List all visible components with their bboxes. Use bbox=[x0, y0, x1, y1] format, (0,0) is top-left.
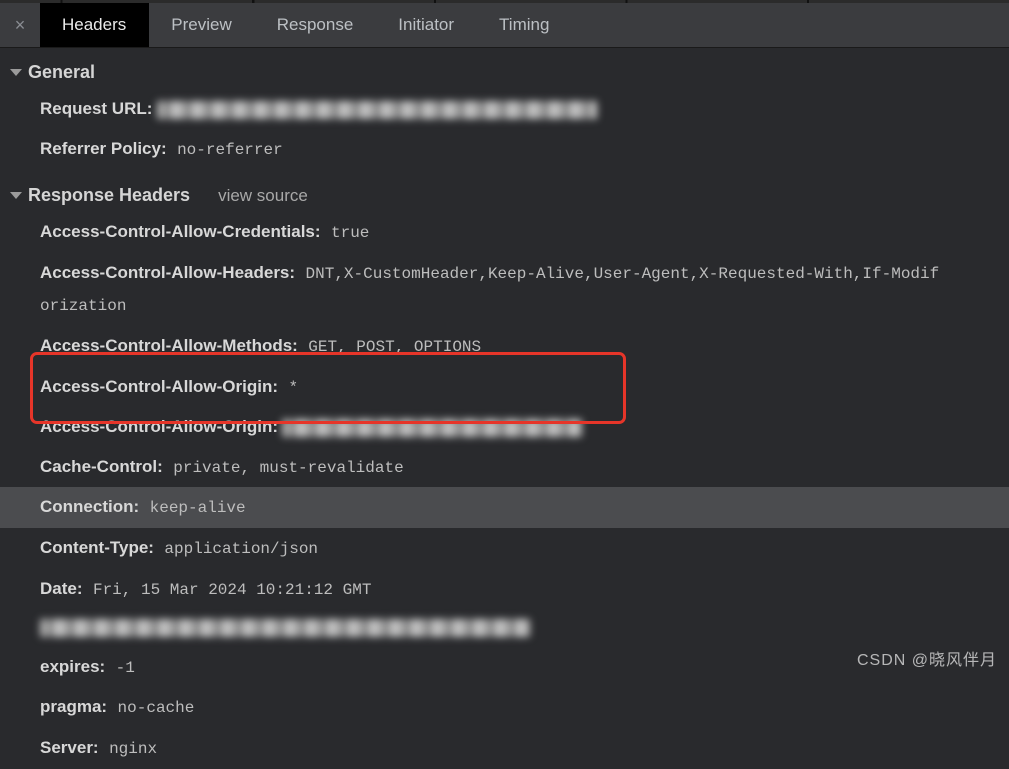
header-value: GET, POST, OPTIONS bbox=[308, 338, 481, 356]
header-name: Access-Control-Allow-Origin: bbox=[40, 417, 278, 436]
tab-headers[interactable]: Headers bbox=[40, 3, 149, 47]
header-name: Referrer Policy: bbox=[40, 139, 167, 158]
header-value: no-referrer bbox=[177, 141, 283, 159]
header-name: expires: bbox=[40, 657, 105, 676]
header-value: no-cache bbox=[118, 699, 195, 717]
header-name: Content-Type: bbox=[40, 538, 154, 557]
header-name: Access-Control-Allow-Credentials: bbox=[40, 222, 321, 241]
watermark: CSDN @晓风伴月 bbox=[857, 646, 997, 670]
header-value: -1 bbox=[116, 659, 135, 677]
tab-bar: × Headers Preview Response Initiator Tim… bbox=[0, 0, 1009, 48]
header-name: Cache-Control: bbox=[40, 457, 163, 476]
resp-hdr-acao-2: Access-Control-Allow-Origin: bbox=[10, 407, 1009, 447]
resp-hdr-acam: Access-Control-Allow-Methods: GET, POST,… bbox=[10, 326, 1009, 367]
resp-hdr-acao-1: Access-Control-Allow-Origin: * bbox=[10, 367, 1009, 408]
section-general-title: General bbox=[28, 62, 95, 83]
resp-hdr-acac: Access-Control-Allow-Credentials: true bbox=[10, 212, 1009, 253]
chevron-down-icon bbox=[10, 69, 22, 76]
header-value: keep-alive bbox=[150, 499, 246, 517]
tab-initiator[interactable]: Initiator bbox=[376, 3, 477, 47]
general-request-url: Request URL: bbox=[10, 89, 1009, 129]
header-name: Connection: bbox=[40, 497, 139, 516]
resp-hdr-acah: Access-Control-Allow-Headers: DNT,X-Cust… bbox=[10, 253, 1009, 294]
redacted-value bbox=[40, 619, 530, 637]
header-name: Access-Control-Allow-Origin: bbox=[40, 377, 278, 396]
header-value: application/json bbox=[164, 540, 318, 558]
header-value: orization bbox=[40, 297, 126, 315]
header-name: pragma: bbox=[40, 697, 107, 716]
resp-hdr-connection: Connection: keep-alive bbox=[0, 487, 1009, 528]
header-value: true bbox=[331, 224, 369, 242]
section-response-headers-title: Response Headers bbox=[28, 185, 190, 206]
resp-hdr-cache: Cache-Control: private, must-revalidate bbox=[10, 447, 1009, 488]
redacted-value bbox=[157, 101, 597, 119]
header-name: Server: bbox=[40, 738, 99, 757]
header-value: private, must-revalidate bbox=[173, 459, 403, 477]
header-name: Access-Control-Allow-Methods: bbox=[40, 336, 298, 355]
general-referrer-policy: Referrer Policy: no-referrer bbox=[10, 129, 1009, 170]
header-value: * bbox=[288, 379, 298, 397]
resp-hdr-pragma: pragma: no-cache bbox=[10, 687, 1009, 728]
resp-hdr-acah-cont: orization bbox=[10, 293, 1009, 326]
resp-hdr-server: Server: nginx bbox=[10, 728, 1009, 769]
header-value: nginx bbox=[109, 740, 157, 758]
tab-timing[interactable]: Timing bbox=[477, 3, 572, 47]
tab-response[interactable]: Response bbox=[255, 3, 377, 47]
section-response-headers-toggle[interactable]: Response Headers view source bbox=[10, 179, 1009, 212]
panel-top-border bbox=[0, 0, 1009, 3]
header-value: DNT,X-CustomHeader,Keep-Alive,User-Agent… bbox=[306, 265, 940, 283]
chevron-down-icon bbox=[10, 192, 22, 199]
header-name: Access-Control-Allow-Headers: bbox=[40, 263, 295, 282]
tab-preview[interactable]: Preview bbox=[149, 3, 254, 47]
view-source-link[interactable]: view source bbox=[218, 186, 308, 206]
resp-hdr-date: Date: Fri, 15 Mar 2024 10:21:12 GMT bbox=[10, 569, 1009, 610]
header-name: Request URL: bbox=[40, 99, 152, 118]
close-icon[interactable]: × bbox=[0, 15, 40, 36]
section-general-toggle[interactable]: General bbox=[10, 56, 1009, 89]
redacted-value bbox=[282, 419, 582, 437]
resp-hdr-redacted bbox=[10, 609, 1009, 647]
resp-hdr-content-type: Content-Type: application/json bbox=[10, 528, 1009, 569]
header-name: Date: bbox=[40, 579, 83, 598]
header-value: Fri, 15 Mar 2024 10:21:12 GMT bbox=[93, 581, 371, 599]
